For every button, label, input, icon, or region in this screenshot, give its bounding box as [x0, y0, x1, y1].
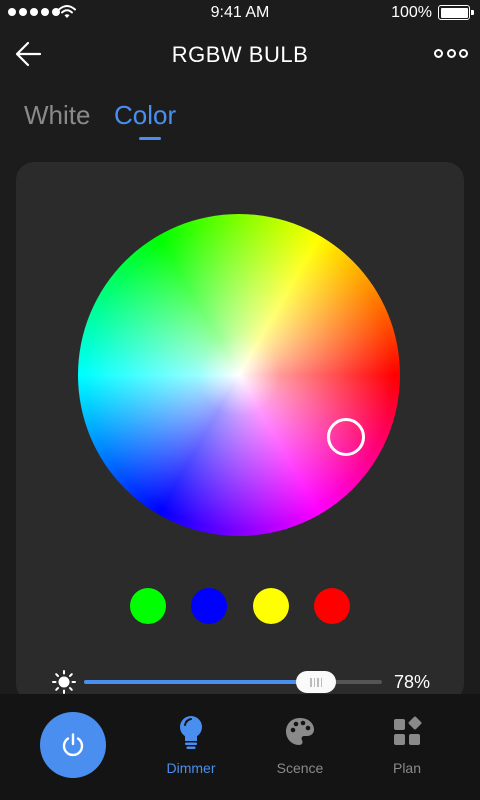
nav-dimmer[interactable]: Dimmer	[146, 714, 236, 776]
page-title: RGBW BULB	[171, 42, 309, 67]
battery-icon	[438, 5, 474, 20]
preset-swatches	[16, 588, 464, 626]
color-picker-handle[interactable]	[327, 418, 365, 456]
brightness-slider[interactable]	[84, 680, 382, 684]
brightness-slider-thumb[interactable]	[296, 671, 337, 693]
swatch-blue[interactable]	[191, 588, 227, 624]
more-options-icon[interactable]	[434, 44, 468, 62]
battery-percent: 100%	[391, 4, 432, 21]
brightness-value: 78%	[393, 672, 430, 692]
nav-plan[interactable]: Plan	[362, 714, 452, 776]
plan-icon	[394, 716, 422, 745]
color-wheel[interactable]	[78, 214, 400, 536]
power-button[interactable]	[40, 712, 106, 778]
palette-icon	[286, 718, 314, 745]
nav-dimmer-label: Dimmer	[166, 760, 216, 776]
active-tab-indicator	[139, 137, 161, 140]
tab-color[interactable]: Color	[114, 100, 176, 131]
brightness-fill	[84, 680, 317, 684]
swatch-red[interactable]	[314, 588, 350, 624]
bulb-icon	[180, 716, 202, 749]
tab-white[interactable]: White	[24, 100, 90, 131]
swatch-green[interactable]	[130, 588, 166, 624]
sun-icon	[52, 670, 76, 694]
color-card	[16, 162, 464, 702]
header: RGBW BULB	[0, 28, 480, 80]
nav-scence[interactable]: Scence	[255, 714, 345, 776]
status-bar: 9:41 AM 100%	[0, 0, 480, 26]
power-icon	[62, 733, 84, 757]
nav-plan-label: Plan	[392, 760, 422, 776]
swatch-yellow[interactable]	[253, 588, 289, 624]
nav-scence-label: Scence	[276, 760, 324, 776]
bottom-navigation: Dimmer Scence Plan	[0, 694, 480, 800]
